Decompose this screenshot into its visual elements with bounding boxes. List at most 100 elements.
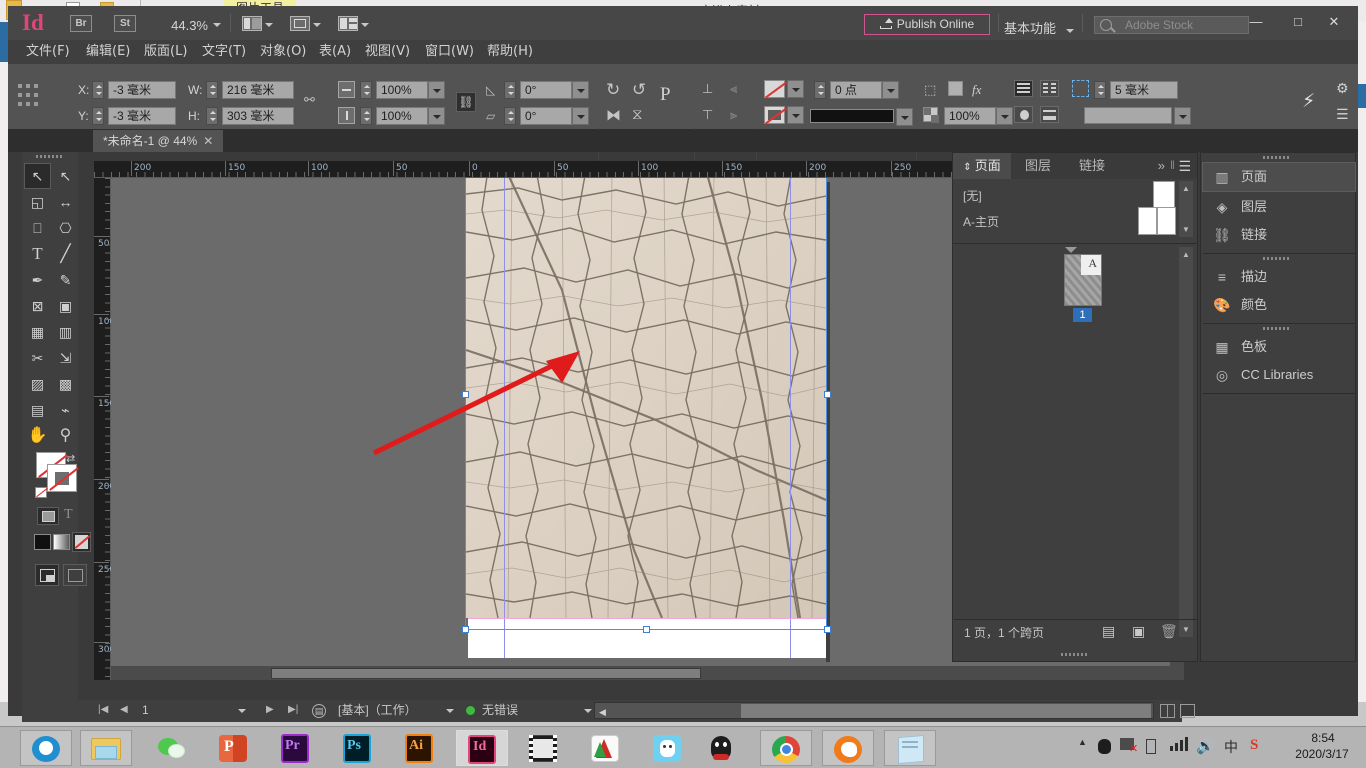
text-wrap-object-shape-icon[interactable]: [1014, 106, 1033, 123]
flip-horizontal-icon[interactable]: ⧓: [606, 106, 621, 124]
table-tool[interactable]: ▦: [25, 320, 50, 344]
zoom-dropdown-icon[interactable]: [213, 23, 221, 27]
scale-x-stepper[interactable]: [360, 81, 372, 99]
effects-icon[interactable]: fx: [972, 82, 981, 98]
frame-tool[interactable]: ⊠: [25, 294, 50, 318]
text-wrap-none-icon[interactable]: [1014, 80, 1033, 97]
panel-menu-icon[interactable]: ☰: [1336, 106, 1349, 123]
edit-page-size-icon[interactable]: ▤: [1102, 623, 1115, 640]
taskbar-item-notepad[interactable]: [884, 730, 936, 766]
gradient-swatch-tool[interactable]: ▨: [25, 372, 50, 396]
close-icon[interactable]: ✕: [203, 134, 213, 148]
apply-color-icon[interactable]: [34, 534, 51, 550]
tab-pages[interactable]: ⇕页面: [953, 153, 1011, 179]
scale-y-field[interactable]: 100%: [376, 107, 428, 125]
status-scrollbar[interactable]: ◀: [594, 702, 1154, 719]
qq-tray-icon[interactable]: [1098, 737, 1111, 755]
dock-item-links[interactable]: ⛓ 链接: [1203, 221, 1355, 249]
sogou-ime-icon[interactable]: S: [1250, 737, 1258, 754]
clock-time[interactable]: 8:54: [1288, 731, 1358, 745]
master-row-none-label[interactable]: [无]: [963, 187, 982, 204]
menu-file[interactable]: 文件(F): [26, 43, 70, 61]
rotation-stepper[interactable]: [504, 81, 516, 99]
menu-help[interactable]: 帮助(H): [487, 43, 533, 61]
screen-mode-icon[interactable]: [242, 16, 262, 31]
taskbar-item-pdf-reader[interactable]: [580, 730, 632, 766]
scissors-tool[interactable]: ✂: [25, 346, 50, 370]
next-page-icon[interactable]: ▶: [266, 700, 274, 720]
scale-x-field[interactable]: 100%: [376, 81, 428, 99]
gradient-feather-tool[interactable]: ▩: [53, 372, 78, 396]
select-container-icon[interactable]: P: [660, 84, 671, 106]
fill-dropdown[interactable]: [787, 80, 804, 98]
page-dropdown-icon[interactable]: [238, 709, 246, 713]
free-transform-tool[interactable]: ⇲: [53, 346, 78, 370]
distribute-right-icon[interactable]: ⫸: [730, 107, 737, 123]
scale-y-stepper[interactable]: [360, 107, 372, 125]
h-field[interactable]: 303 毫米: [222, 107, 294, 125]
stroke-swatch[interactable]: [764, 106, 785, 124]
show-hidden-icons-icon[interactable]: ▲: [1078, 737, 1087, 747]
vertical-ruler[interactable]: 50 100 150 200 250 300: [94, 178, 111, 680]
ime-indicator[interactable]: 中: [1224, 737, 1238, 757]
taskbar-item-powerpoint[interactable]: P: [208, 730, 260, 766]
default-fill-stroke-icon[interactable]: [35, 487, 47, 498]
rotation-field[interactable]: 0°: [520, 81, 572, 99]
h-stepper[interactable]: [206, 107, 218, 125]
dock-grip-1[interactable]: [1263, 156, 1291, 160]
pencil-tool[interactable]: ✎: [53, 268, 78, 292]
w-field[interactable]: 216 毫米: [222, 81, 294, 99]
master-thumb-a-left[interactable]: [1138, 207, 1157, 235]
taskbar-item-indesign[interactable]: Id: [456, 730, 508, 766]
taskbar-item-chrome[interactable]: [760, 730, 812, 766]
corner-radius-stepper[interactable]: [1094, 81, 1106, 99]
corner-options-icon[interactable]: [1072, 80, 1089, 97]
select-content-icon[interactable]: ⬚: [924, 82, 936, 98]
hand-tool[interactable]: ✋: [25, 424, 50, 448]
stroke-style-dropdown[interactable]: [896, 108, 913, 126]
selection-handle-bottom-center[interactable]: [643, 626, 650, 633]
master-thumb-none[interactable]: [1153, 181, 1175, 209]
network-error-icon[interactable]: ✕: [1120, 737, 1134, 752]
dock-item-layers[interactable]: ◈ 图层: [1203, 193, 1355, 221]
double-chevron-icon[interactable]: »: [1158, 158, 1165, 173]
dock-item-cc-libraries[interactable]: ◎ CC Libraries: [1203, 361, 1355, 389]
status-page-number[interactable]: 1: [142, 700, 149, 720]
text-wrap-bounding-box-icon[interactable]: [1040, 80, 1059, 97]
selection-handle-right-middle[interactable]: [824, 391, 831, 398]
apply-gradient-icon[interactable]: [53, 534, 70, 550]
fitting-icon[interactable]: [948, 81, 963, 96]
taskbar-item-photoshop[interactable]: Ps: [332, 730, 384, 766]
opacity-dropdown[interactable]: [996, 107, 1013, 125]
error-dropdown-icon[interactable]: [584, 709, 592, 713]
publish-online-button[interactable]: Publish Online: [864, 14, 990, 35]
panel-menu-icon[interactable]: ☰: [1178, 158, 1191, 175]
selection-tool[interactable]: ↖: [25, 164, 50, 188]
scale-x-dropdown[interactable]: [428, 81, 445, 99]
taskbar-item-wechat[interactable]: [146, 730, 198, 766]
flip-vertical-icon[interactable]: ⧖: [632, 106, 643, 123]
dock-item-pages[interactable]: ▥ 页面: [1203, 163, 1355, 191]
rectangle-tool[interactable]: ▣: [53, 294, 78, 318]
menu-table[interactable]: 表(A): [319, 43, 351, 61]
rotation-dropdown[interactable]: [572, 81, 589, 99]
y-field[interactable]: -3 毫米: [108, 107, 176, 125]
distribute-left-icon[interactable]: ⫷: [730, 81, 737, 97]
taskbar-item-qq[interactable]: [696, 730, 748, 766]
shear-field[interactable]: 0°: [520, 107, 572, 125]
corner-shape-preview[interactable]: [1084, 107, 1172, 124]
stock-button[interactable]: St: [114, 15, 136, 32]
taskbar-item-illustrator[interactable]: Ai: [394, 730, 446, 766]
content-collector-tool[interactable]: ⎕: [25, 216, 50, 240]
split-window-icon[interactable]: [1160, 704, 1175, 718]
gap-tool[interactable]: ↔: [53, 190, 78, 214]
x-field[interactable]: -3 毫米: [108, 81, 176, 99]
zoom-level-value[interactable]: 44.3%: [148, 18, 208, 33]
view-options-dropdown-icon[interactable]: [313, 23, 321, 27]
fill-swatch[interactable]: [764, 80, 785, 98]
clock-date[interactable]: 2020/3/17: [1280, 747, 1364, 761]
normal-view-mode-icon[interactable]: [35, 564, 59, 586]
document-tab[interactable]: *未命名-1 @ 44%✕: [93, 130, 223, 152]
type-tool[interactable]: T: [25, 242, 50, 266]
selection-handle-bottom-left[interactable]: [462, 626, 469, 633]
